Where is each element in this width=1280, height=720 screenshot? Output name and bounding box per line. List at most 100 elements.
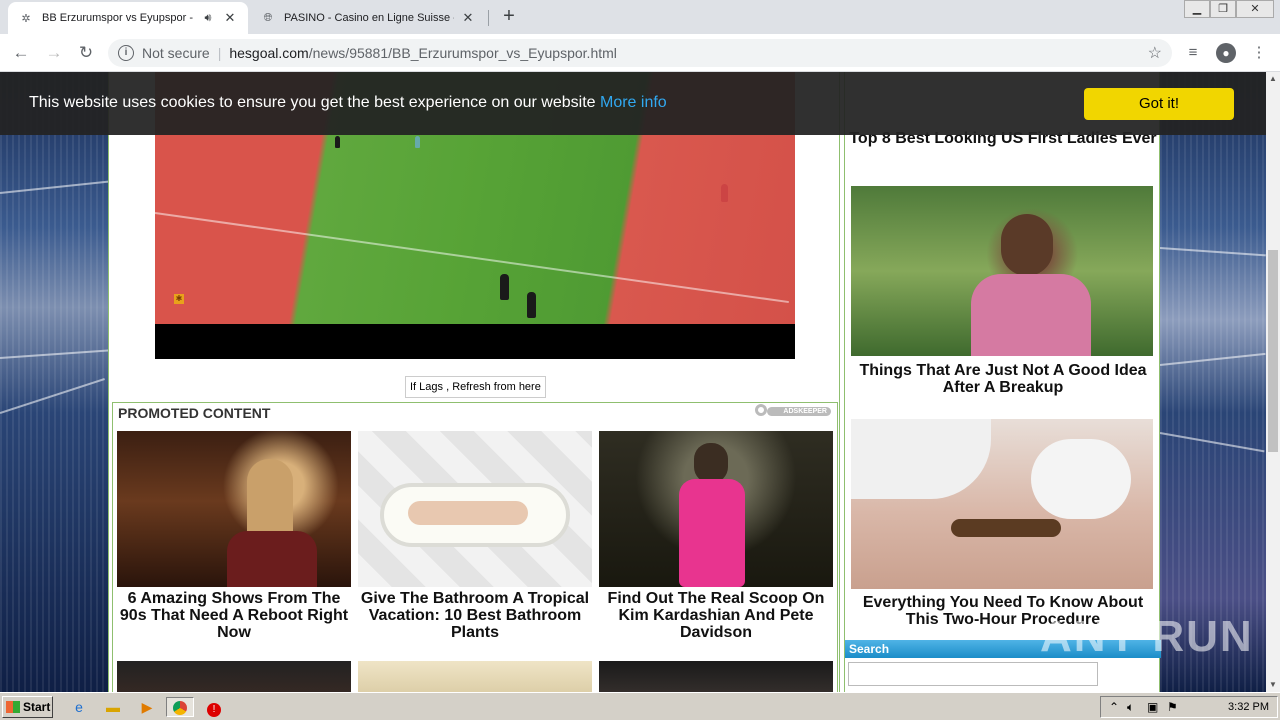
promo-image bbox=[117, 661, 351, 692]
player-figure bbox=[527, 292, 536, 318]
scroll-thumb[interactable] bbox=[1268, 250, 1278, 452]
eyebrow-shape bbox=[951, 519, 1061, 537]
promo-image bbox=[358, 431, 592, 587]
anyrun-watermark: ANY RUN bbox=[1040, 612, 1254, 661]
speaker-icon[interactable]: 🔊︎ bbox=[200, 10, 216, 26]
sidebar-item-image[interactable] bbox=[851, 419, 1153, 589]
tab-title: PASINO - Casino en Ligne Suisse - Su bbox=[284, 12, 454, 24]
reload-icon[interactable]: ↻ bbox=[74, 41, 98, 65]
back-arrow-icon[interactable]: ← bbox=[9, 41, 33, 65]
sidebar-item-title[interactable]: Things That Are Just Not A Good Idea Aft… bbox=[848, 362, 1158, 396]
vertical-scrollbar[interactable]: ▲ ▼ bbox=[1266, 72, 1280, 692]
windows-logo-icon bbox=[6, 701, 20, 713]
pitch-marking bbox=[155, 212, 789, 304]
pitch-line bbox=[0, 378, 105, 414]
promo-image bbox=[117, 431, 351, 587]
promo-card[interactable]: Find Out The Real Scoop On Kim Kardashia… bbox=[599, 431, 833, 641]
minimize-button[interactable]: ▁ bbox=[1184, 0, 1210, 18]
pitch-line bbox=[0, 349, 110, 359]
tab-title: BB Erzurumspor vs Eyupspor - H bbox=[42, 12, 196, 24]
promo-card[interactable] bbox=[599, 661, 833, 692]
pitch-line bbox=[0, 180, 110, 194]
tab-divider bbox=[488, 10, 489, 26]
promo-card[interactable] bbox=[117, 661, 351, 692]
gloved-hand bbox=[851, 419, 991, 499]
forward-arrow-icon[interactable]: → bbox=[42, 41, 66, 65]
opera-icon[interactable]: ! bbox=[203, 697, 225, 717]
overlay-badge-icon[interactable]: ✱ bbox=[174, 294, 184, 304]
promo-caption: Find Out The Real Scoop On Kim Kardashia… bbox=[607, 590, 825, 641]
promo-image bbox=[599, 431, 833, 587]
promo-image bbox=[599, 661, 833, 692]
pitch-line bbox=[1159, 247, 1266, 257]
tab-pasino[interactable]: 🌐︎ PASINO - Casino en Ligne Suisse - Su … bbox=[250, 2, 486, 34]
stadium-background-right bbox=[1159, 72, 1266, 692]
security-label: Not secure bbox=[142, 45, 210, 61]
refresh-stream-button[interactable]: If Lags , Refresh from here bbox=[405, 376, 546, 398]
profile-avatar-icon[interactable]: ● bbox=[1216, 43, 1236, 63]
person-head bbox=[1001, 214, 1053, 276]
windows-taskbar: Start e ▬ ▶ ! ⌃ 🔈︎ ▣ ⚑ 3:32 PM bbox=[0, 692, 1280, 720]
maximize-button[interactable]: ❐ bbox=[1210, 0, 1236, 18]
player-figure bbox=[500, 274, 509, 300]
person-silhouette bbox=[247, 459, 293, 539]
start-button[interactable]: Start bbox=[2, 696, 53, 718]
stadium-background-left bbox=[0, 72, 110, 692]
scroll-down-icon[interactable]: ▼ bbox=[1266, 678, 1280, 692]
tray-expand-icon[interactable]: ⌃ bbox=[1109, 700, 1119, 714]
close-tab-icon[interactable]: ✕ bbox=[222, 10, 238, 26]
promo-caption: Give The Bathroom A Tropical Vacation: 1… bbox=[360, 590, 590, 641]
url-host: hesgoal.com bbox=[229, 45, 309, 61]
sidebar: Top 8 Best Looking US First Ladies Ever … bbox=[844, 72, 1161, 692]
main-column: ✱ If Lags , Refresh from here PROMOTED C… bbox=[108, 72, 840, 692]
browser-toolbar: ← → ↻ i Not secure | hesgoal.com/news/95… bbox=[0, 34, 1280, 72]
menu-kebab-icon[interactable]: ⋮ bbox=[1248, 42, 1270, 64]
promo-image bbox=[358, 661, 592, 692]
new-tab-button[interactable]: + bbox=[498, 6, 520, 28]
media-player-icon[interactable]: ▶ bbox=[136, 697, 158, 717]
sidebar-item-image[interactable] bbox=[851, 186, 1153, 356]
cookie-message: This website uses cookies to ensure you … bbox=[29, 94, 667, 112]
promo-card[interactable] bbox=[358, 661, 592, 692]
browser-tab-strip: ✲ BB Erzurumspor vs Eyupspor - H 🔊︎ ✕ 🌐︎… bbox=[0, 0, 1280, 34]
flag-icon[interactable]: ⚑ bbox=[1167, 700, 1178, 714]
promo-card[interactable]: Give The Bathroom A Tropical Vacation: 1… bbox=[358, 431, 592, 641]
opera-logo-icon: ! bbox=[207, 703, 221, 717]
adskeeper-logo[interactable]: ADSKEEPER bbox=[767, 407, 831, 416]
chrome-taskbar-icon[interactable] bbox=[166, 697, 194, 717]
ie-icon[interactable]: e bbox=[68, 697, 90, 717]
pink-outfit bbox=[679, 479, 745, 587]
figure-shape bbox=[408, 501, 528, 525]
url-path: /news/95881/BB_Erzurumspor_vs_Eyupspor.h… bbox=[308, 45, 617, 61]
key-icon bbox=[755, 404, 767, 416]
chrome-logo-icon bbox=[173, 701, 187, 715]
close-window-button[interactable]: ✕ bbox=[1236, 0, 1274, 18]
address-bar[interactable]: i Not secure | hesgoal.com/news/95881/BB… bbox=[108, 39, 1172, 67]
clock[interactable]: 3:32 PM bbox=[1228, 701, 1269, 713]
tab-bb-erzurumspor[interactable]: ✲ BB Erzurumspor vs Eyupspor - H 🔊︎ ✕ bbox=[8, 2, 248, 34]
explorer-folder-icon[interactable]: ▬ bbox=[102, 697, 124, 717]
search-input[interactable] bbox=[848, 662, 1098, 686]
promoted-content-widget: PROMOTED CONTENT ADSKEEPER 6 Amazing Sho… bbox=[112, 402, 838, 692]
scroll-up-icon[interactable]: ▲ bbox=[1266, 72, 1280, 86]
volume-icon[interactable]: 🔈︎ bbox=[1127, 700, 1134, 715]
network-icon[interactable]: ▣ bbox=[1147, 700, 1158, 714]
media-queue-icon[interactable]: ≡ bbox=[1182, 42, 1204, 64]
close-tab-icon[interactable]: ✕ bbox=[460, 10, 476, 26]
page-content: ✱ If Lags , Refresh from here PROMOTED C… bbox=[108, 72, 1161, 692]
info-icon[interactable]: i bbox=[118, 45, 134, 61]
cookie-consent-bar: This website uses cookies to ensure you … bbox=[0, 72, 1266, 135]
accept-cookies-button[interactable]: Got it! bbox=[1084, 88, 1234, 120]
promo-caption: 6 Amazing Shows From The 90s That Need A… bbox=[119, 590, 349, 641]
address-divider: | bbox=[217, 45, 222, 61]
web-page: ✱ If Lags , Refresh from here PROMOTED C… bbox=[0, 72, 1266, 692]
pitch-line bbox=[1159, 432, 1265, 453]
more-info-link[interactable]: More info bbox=[600, 94, 667, 111]
promo-card[interactable]: 6 Amazing Shows From The 90s That Need A… bbox=[117, 431, 351, 641]
loading-icon: ✲ bbox=[21, 12, 31, 25]
pink-top bbox=[971, 274, 1091, 356]
bookmark-star-icon[interactable]: ☆ bbox=[1148, 43, 1162, 63]
start-label: Start bbox=[23, 700, 51, 714]
player-figure bbox=[415, 136, 420, 148]
gloved-hand bbox=[1031, 439, 1131, 519]
